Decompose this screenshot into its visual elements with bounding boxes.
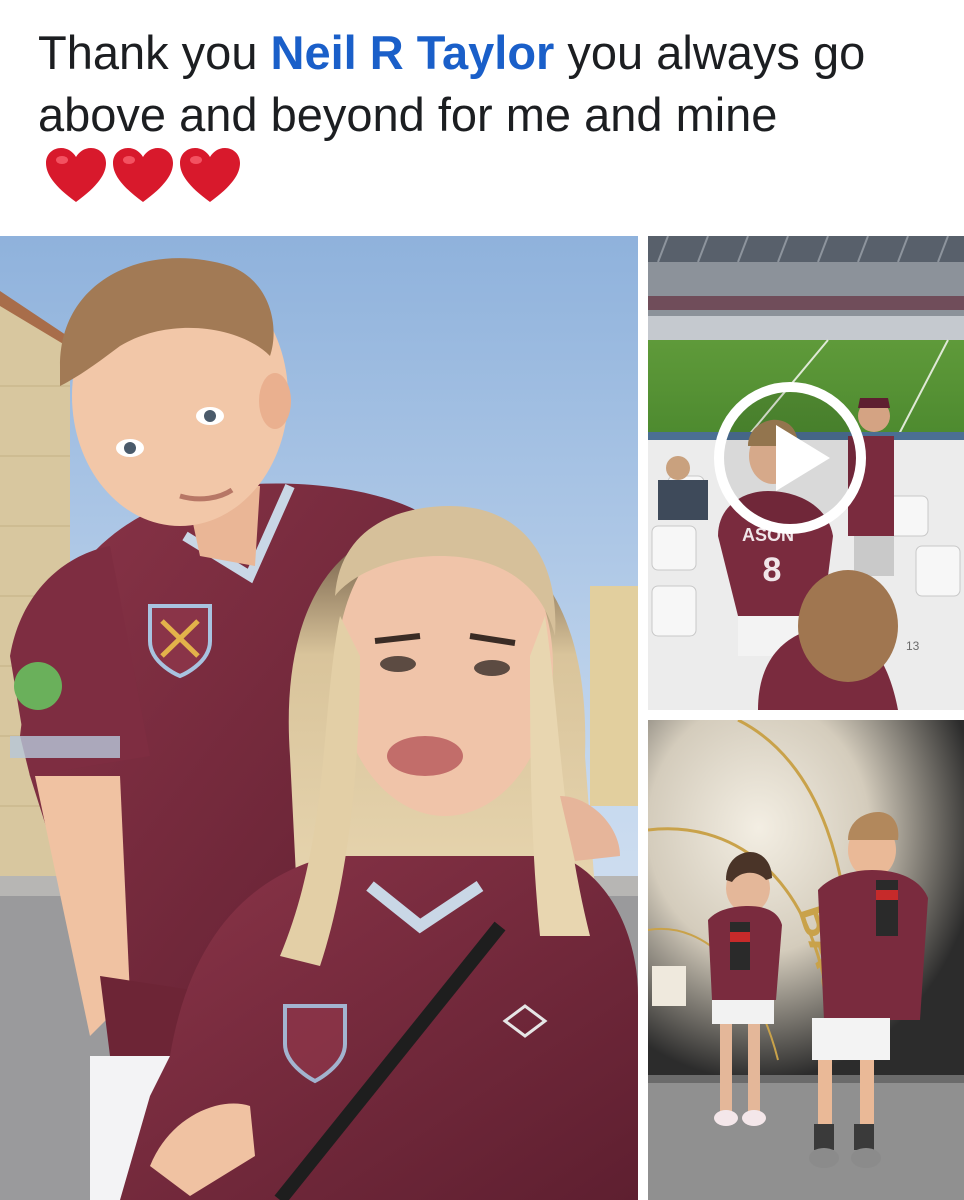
- selfie-photo[interactable]: [0, 236, 638, 1200]
- shirt-number-text: 8: [763, 551, 782, 589]
- post-caption: Thank you Neil R Taylor you always go ab…: [38, 22, 938, 213]
- heart-emoji-icon: [180, 148, 240, 202]
- heart-emojis: [44, 146, 242, 206]
- play-icon: [776, 425, 830, 491]
- play-button[interactable]: [714, 382, 866, 534]
- heart-emoji-icon: [46, 148, 106, 202]
- mention-link[interactable]: Neil R Taylor: [271, 26, 555, 79]
- kids-photo[interactable]: BACK: [648, 720, 964, 1200]
- heart-emoji-icon: [113, 148, 173, 202]
- caption-text-start: Thank you: [38, 26, 271, 79]
- stadium-video[interactable]: AŠON 8 13: [648, 236, 964, 710]
- seat-number-text: 13: [906, 639, 920, 653]
